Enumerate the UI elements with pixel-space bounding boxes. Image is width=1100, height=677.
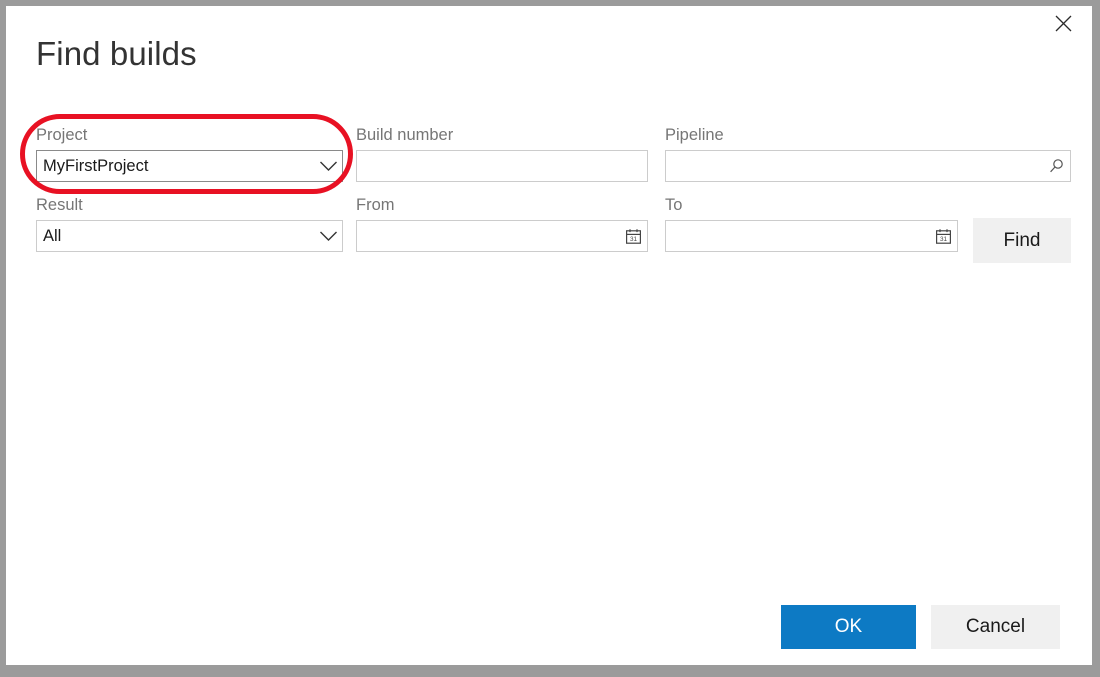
- search-icon[interactable]: [1042, 151, 1070, 181]
- form-row: Result All From: [36, 194, 1071, 264]
- field-label-project: Project: [36, 124, 343, 146]
- chevron-down-icon[interactable]: [314, 151, 342, 181]
- field-to-date: To 31: [665, 194, 958, 252]
- pipeline-input[interactable]: [666, 152, 1042, 180]
- calendar-day-text: 31: [939, 236, 947, 243]
- result-dropdown[interactable]: All: [36, 220, 343, 252]
- from-date-input[interactable]: [357, 222, 619, 250]
- field-project: Project MyFirstProject: [36, 124, 343, 182]
- dialog-footer: OK Cancel: [6, 585, 1092, 665]
- chevron-down-icon[interactable]: [314, 221, 342, 251]
- form-row: Project MyFirstProject Build number: [36, 124, 1071, 194]
- result-dropdown-value: All: [37, 221, 314, 251]
- pipeline-input-wrap[interactable]: [665, 150, 1071, 182]
- field-label-result: Result: [36, 194, 343, 216]
- to-date-input-wrap[interactable]: 31: [665, 220, 958, 252]
- calendar-day-text: 31: [629, 236, 637, 243]
- close-icon[interactable]: [1040, 6, 1086, 40]
- find-button[interactable]: Find: [973, 218, 1071, 263]
- field-from-date: From 31: [356, 194, 648, 252]
- ok-button[interactable]: OK: [781, 605, 916, 649]
- find-builds-form: Project MyFirstProject Build number: [36, 124, 1071, 264]
- calendar-icon[interactable]: 31: [619, 221, 647, 251]
- build-number-input-wrap[interactable]: [356, 150, 648, 182]
- calendar-icon[interactable]: 31: [929, 221, 957, 251]
- page-title: Find builds: [36, 34, 197, 74]
- cancel-button[interactable]: Cancel: [931, 605, 1060, 649]
- project-dropdown-value: MyFirstProject: [37, 151, 314, 181]
- project-dropdown[interactable]: MyFirstProject: [36, 150, 343, 182]
- field-label-from: From: [356, 194, 648, 216]
- build-number-input[interactable]: [357, 152, 647, 180]
- from-date-input-wrap[interactable]: 31: [356, 220, 648, 252]
- field-result: Result All: [36, 194, 343, 252]
- field-build-number: Build number: [356, 124, 648, 182]
- field-label-to: To: [665, 194, 958, 216]
- field-label-pipeline: Pipeline: [665, 124, 1071, 146]
- to-date-input[interactable]: [666, 222, 929, 250]
- find-builds-dialog: Find builds Project MyFirstProject Build…: [6, 6, 1092, 665]
- field-label-build-number: Build number: [356, 124, 648, 146]
- field-pipeline: Pipeline: [665, 124, 1071, 182]
